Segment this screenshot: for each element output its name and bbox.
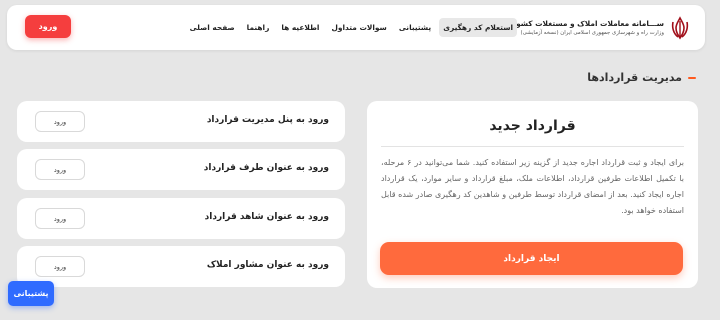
iran-emblem-icon bbox=[671, 16, 689, 40]
role-login-button[interactable]: ورود bbox=[35, 111, 85, 132]
new-contract-card: قرارداد جدید برای ایجاد و ثبت قرارداد اج… bbox=[367, 101, 698, 288]
menu-item-faq[interactable]: سوالات متداول bbox=[327, 18, 390, 37]
role-label: ورود به پنل مدیریت قرارداد bbox=[206, 115, 329, 125]
role-card-contract-party: ورود به عنوان طرف قرارداد ورود bbox=[17, 149, 345, 190]
brand-subtitle: وزارت راه و شهرسازی جمهوری اسلامی ایران … bbox=[520, 29, 664, 36]
top-navbar: ســـامانه معاملات املاک و مستغلات کشور و… bbox=[7, 5, 705, 50]
role-login-button[interactable]: ورود bbox=[35, 208, 85, 229]
divider bbox=[381, 146, 684, 147]
create-contract-button[interactable]: ایجاد قرارداد bbox=[380, 242, 683, 275]
section-heading: مدیریت قراردادها bbox=[587, 71, 696, 84]
role-label: ورود به عنوان شاهد قرارداد bbox=[204, 212, 329, 222]
menu-item-tracking-inquiry[interactable]: استعلام کد رهگیری bbox=[439, 18, 517, 37]
menu-item-home[interactable]: صفحه اصلی bbox=[186, 18, 239, 37]
brand[interactable]: ســـامانه معاملات املاک و مستغلات کشور و… bbox=[512, 16, 691, 40]
role-card-contract-admin: ورود به پنل مدیریت قرارداد ورود bbox=[17, 101, 345, 142]
section-dash bbox=[688, 76, 696, 79]
role-login-button[interactable]: ورود bbox=[35, 256, 85, 277]
new-contract-description: برای ایجاد و ثبت قرارداد اجاره جدید از گ… bbox=[381, 158, 684, 215]
role-card-real-estate-agent: ورود به عنوان مشاور املاک ورود bbox=[17, 246, 345, 287]
new-contract-title: قرارداد جدید bbox=[489, 118, 576, 134]
login-button[interactable]: ورود bbox=[25, 15, 71, 38]
section-title: مدیریت قراردادها bbox=[587, 71, 682, 84]
menu-item-announcements[interactable]: اطلاعیه ها bbox=[277, 18, 323, 37]
role-login-button[interactable]: ورود bbox=[35, 159, 85, 180]
main-menu: صفحه اصلی راهنما اطلاعیه ها سوالات متداو… bbox=[186, 18, 517, 37]
role-label: ورود به عنوان مشاور املاک bbox=[206, 260, 329, 270]
brand-title: ســـامانه معاملات املاک و مستغلات کشور bbox=[511, 18, 664, 28]
menu-item-support[interactable]: پشتیبانی bbox=[395, 18, 435, 37]
menu-item-guide[interactable]: راهنما bbox=[243, 18, 274, 37]
role-card-contract-witness: ورود به عنوان شاهد قرارداد ورود bbox=[17, 198, 345, 239]
support-floating-button[interactable]: پشتیبانی bbox=[8, 281, 54, 306]
role-label: ورود به عنوان طرف قرارداد bbox=[203, 163, 329, 173]
